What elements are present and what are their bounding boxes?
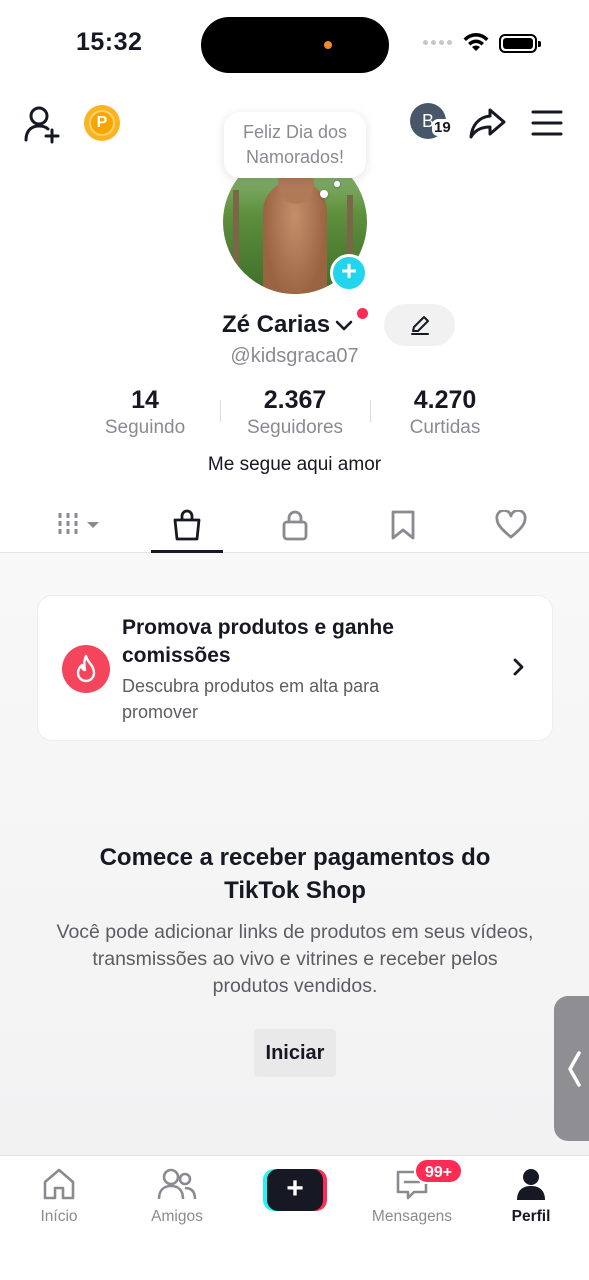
nav-friends[interactable]: Amigos: [127, 1164, 227, 1226]
lock-icon: [282, 510, 308, 541]
stat-label: Curtidas: [409, 417, 481, 438]
notification-dot: [357, 308, 368, 319]
recording-dot: [324, 41, 332, 49]
note-line-2: Namorados!: [245, 147, 345, 167]
stat-followers[interactable]: 2.367 Seguidores: [230, 386, 360, 439]
nav-label: Amigos: [151, 1208, 203, 1225]
messages-badge: 99+: [414, 1158, 464, 1184]
coin-letter: P: [89, 110, 115, 136]
add-story-button[interactable]: +: [330, 254, 368, 292]
stat-following[interactable]: 14 Seguindo: [95, 386, 195, 439]
profile-stats: 14 Seguindo 2.367 Seguidores 4.270 Curti…: [0, 386, 589, 442]
note-line-1: Feliz Dia dos: [242, 122, 348, 142]
stat-label: Seguidores: [246, 417, 344, 438]
promo-description: Descubra produtos em alta para promover: [122, 676, 380, 722]
stat-divider: [220, 400, 221, 422]
shop-tab-content: Promova produtos e ganhe comissões Descu…: [0, 553, 589, 1155]
nav-home[interactable]: Início: [9, 1164, 109, 1226]
chevron-right-icon: [513, 658, 524, 676]
menu-icon[interactable]: [530, 106, 564, 140]
note-bubble[interactable]: Feliz Dia dos Namorados!: [224, 112, 366, 178]
profile-tabs: [0, 496, 589, 553]
tab-videos[interactable]: [45, 504, 117, 546]
account-count-badge: 19: [432, 119, 453, 136]
username: @kidsgraca07: [230, 345, 359, 367]
tab-private[interactable]: [259, 504, 331, 546]
display-name: Zé Carias: [222, 311, 331, 338]
stat-value: 14: [131, 386, 159, 414]
share-icon[interactable]: [468, 104, 508, 142]
bubble-tail-dot: [320, 190, 328, 198]
status-time: 15:32: [76, 28, 143, 56]
promote-products-card[interactable]: Promova produtos e ganhe comissões Descu…: [38, 596, 552, 740]
side-panel-handle[interactable]: [554, 996, 589, 1141]
bubble-tail-dot: [334, 181, 340, 187]
shop-heading: Comece a receber pagamentos do TikTok Sh…: [99, 844, 491, 904]
shopping-bag-icon: [173, 509, 201, 541]
tab-shop[interactable]: [151, 504, 223, 546]
start-button[interactable]: Iniciar: [254, 1029, 336, 1077]
coin-icon[interactable]: P: [84, 105, 120, 141]
stat-likes[interactable]: 4.270 Curtidas: [390, 386, 500, 439]
profile-bio: Me segue aqui amor: [207, 454, 382, 475]
stat-divider: [370, 400, 371, 422]
dynamic-island: [201, 17, 389, 73]
nav-label: Perfil: [511, 1208, 551, 1225]
chevron-down-icon: [335, 320, 353, 331]
grid-filter-icon: [58, 513, 99, 537]
battery-icon: [499, 34, 541, 53]
status-bar: 15:32: [0, 0, 589, 90]
display-name-row[interactable]: Zé Carias: [222, 308, 354, 342]
bookmark-icon: [391, 510, 415, 540]
pencil-icon: [410, 316, 429, 335]
nav-label: Início: [40, 1208, 78, 1225]
bottom-navigation: Início Amigos + Mensagens 99+ Perfil: [0, 1155, 589, 1280]
stat-value: 2.367: [263, 386, 327, 414]
chevron-left-icon: [568, 1050, 581, 1087]
wifi-icon: [463, 33, 489, 51]
profile-icon: [517, 1169, 545, 1200]
edit-profile-button[interactable]: [384, 304, 455, 346]
stat-value: 4.270: [413, 386, 477, 414]
nav-label: Mensagens: [371, 1208, 453, 1225]
flame-icon: [62, 645, 110, 693]
heart-icon: [495, 510, 527, 539]
shop-description: Você pode adicionar links de produtos em…: [56, 921, 534, 997]
tab-liked[interactable]: [475, 504, 547, 546]
add-friend-icon[interactable]: [22, 104, 64, 144]
promo-title: Promova produtos e ganhe comissões: [122, 616, 394, 667]
friends-icon: [157, 1168, 197, 1200]
nav-profile[interactable]: Perfil: [481, 1164, 581, 1226]
stat-label: Seguindo: [104, 417, 186, 438]
plus-icon: +: [267, 1169, 323, 1211]
create-button[interactable]: +: [263, 1169, 327, 1211]
home-icon: [43, 1168, 75, 1200]
cellular-signal-icon: [423, 40, 452, 45]
tab-saved[interactable]: [367, 504, 439, 546]
